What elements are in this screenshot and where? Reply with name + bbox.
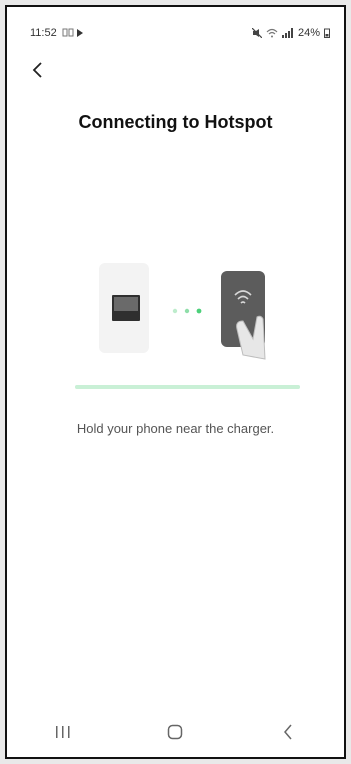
instruction-text: Hold your phone near the charger.: [76, 421, 275, 436]
connection-dot-3: [196, 308, 202, 314]
signal-icon: [281, 28, 293, 38]
home-icon: [168, 724, 183, 740]
system-nav-bar: [7, 707, 344, 757]
recent-apps-button[interactable]: [43, 717, 83, 747]
connection-dot-1: [172, 308, 178, 314]
chevron-left-icon: [32, 62, 42, 78]
wifi-icon: [266, 28, 278, 38]
progress-bar: [75, 385, 300, 389]
back-button[interactable]: [25, 57, 51, 83]
page-title: Connecting to Hotspot: [78, 112, 273, 132]
status-bar: 11:52 24%: [7, 7, 344, 39]
status-time: 11:52: [30, 27, 57, 39]
back-icon: [283, 724, 292, 740]
battery-icon: [324, 28, 330, 38]
nav-back-button[interactable]: [268, 717, 308, 747]
home-button[interactable]: [155, 717, 195, 747]
notification-icons: [62, 28, 83, 37]
recent-apps-icon: [56, 726, 70, 738]
battery-percent: 24%: [297, 27, 320, 39]
app-screen: 11:52 24% Connecting to Hotspot Hold you…: [5, 5, 346, 759]
mute-icon: [251, 28, 262, 38]
connection-dot-2: [184, 308, 190, 314]
progress-fill: [75, 385, 300, 389]
connect-illustration: [99, 263, 266, 360]
status-right: 24%: [251, 27, 330, 39]
